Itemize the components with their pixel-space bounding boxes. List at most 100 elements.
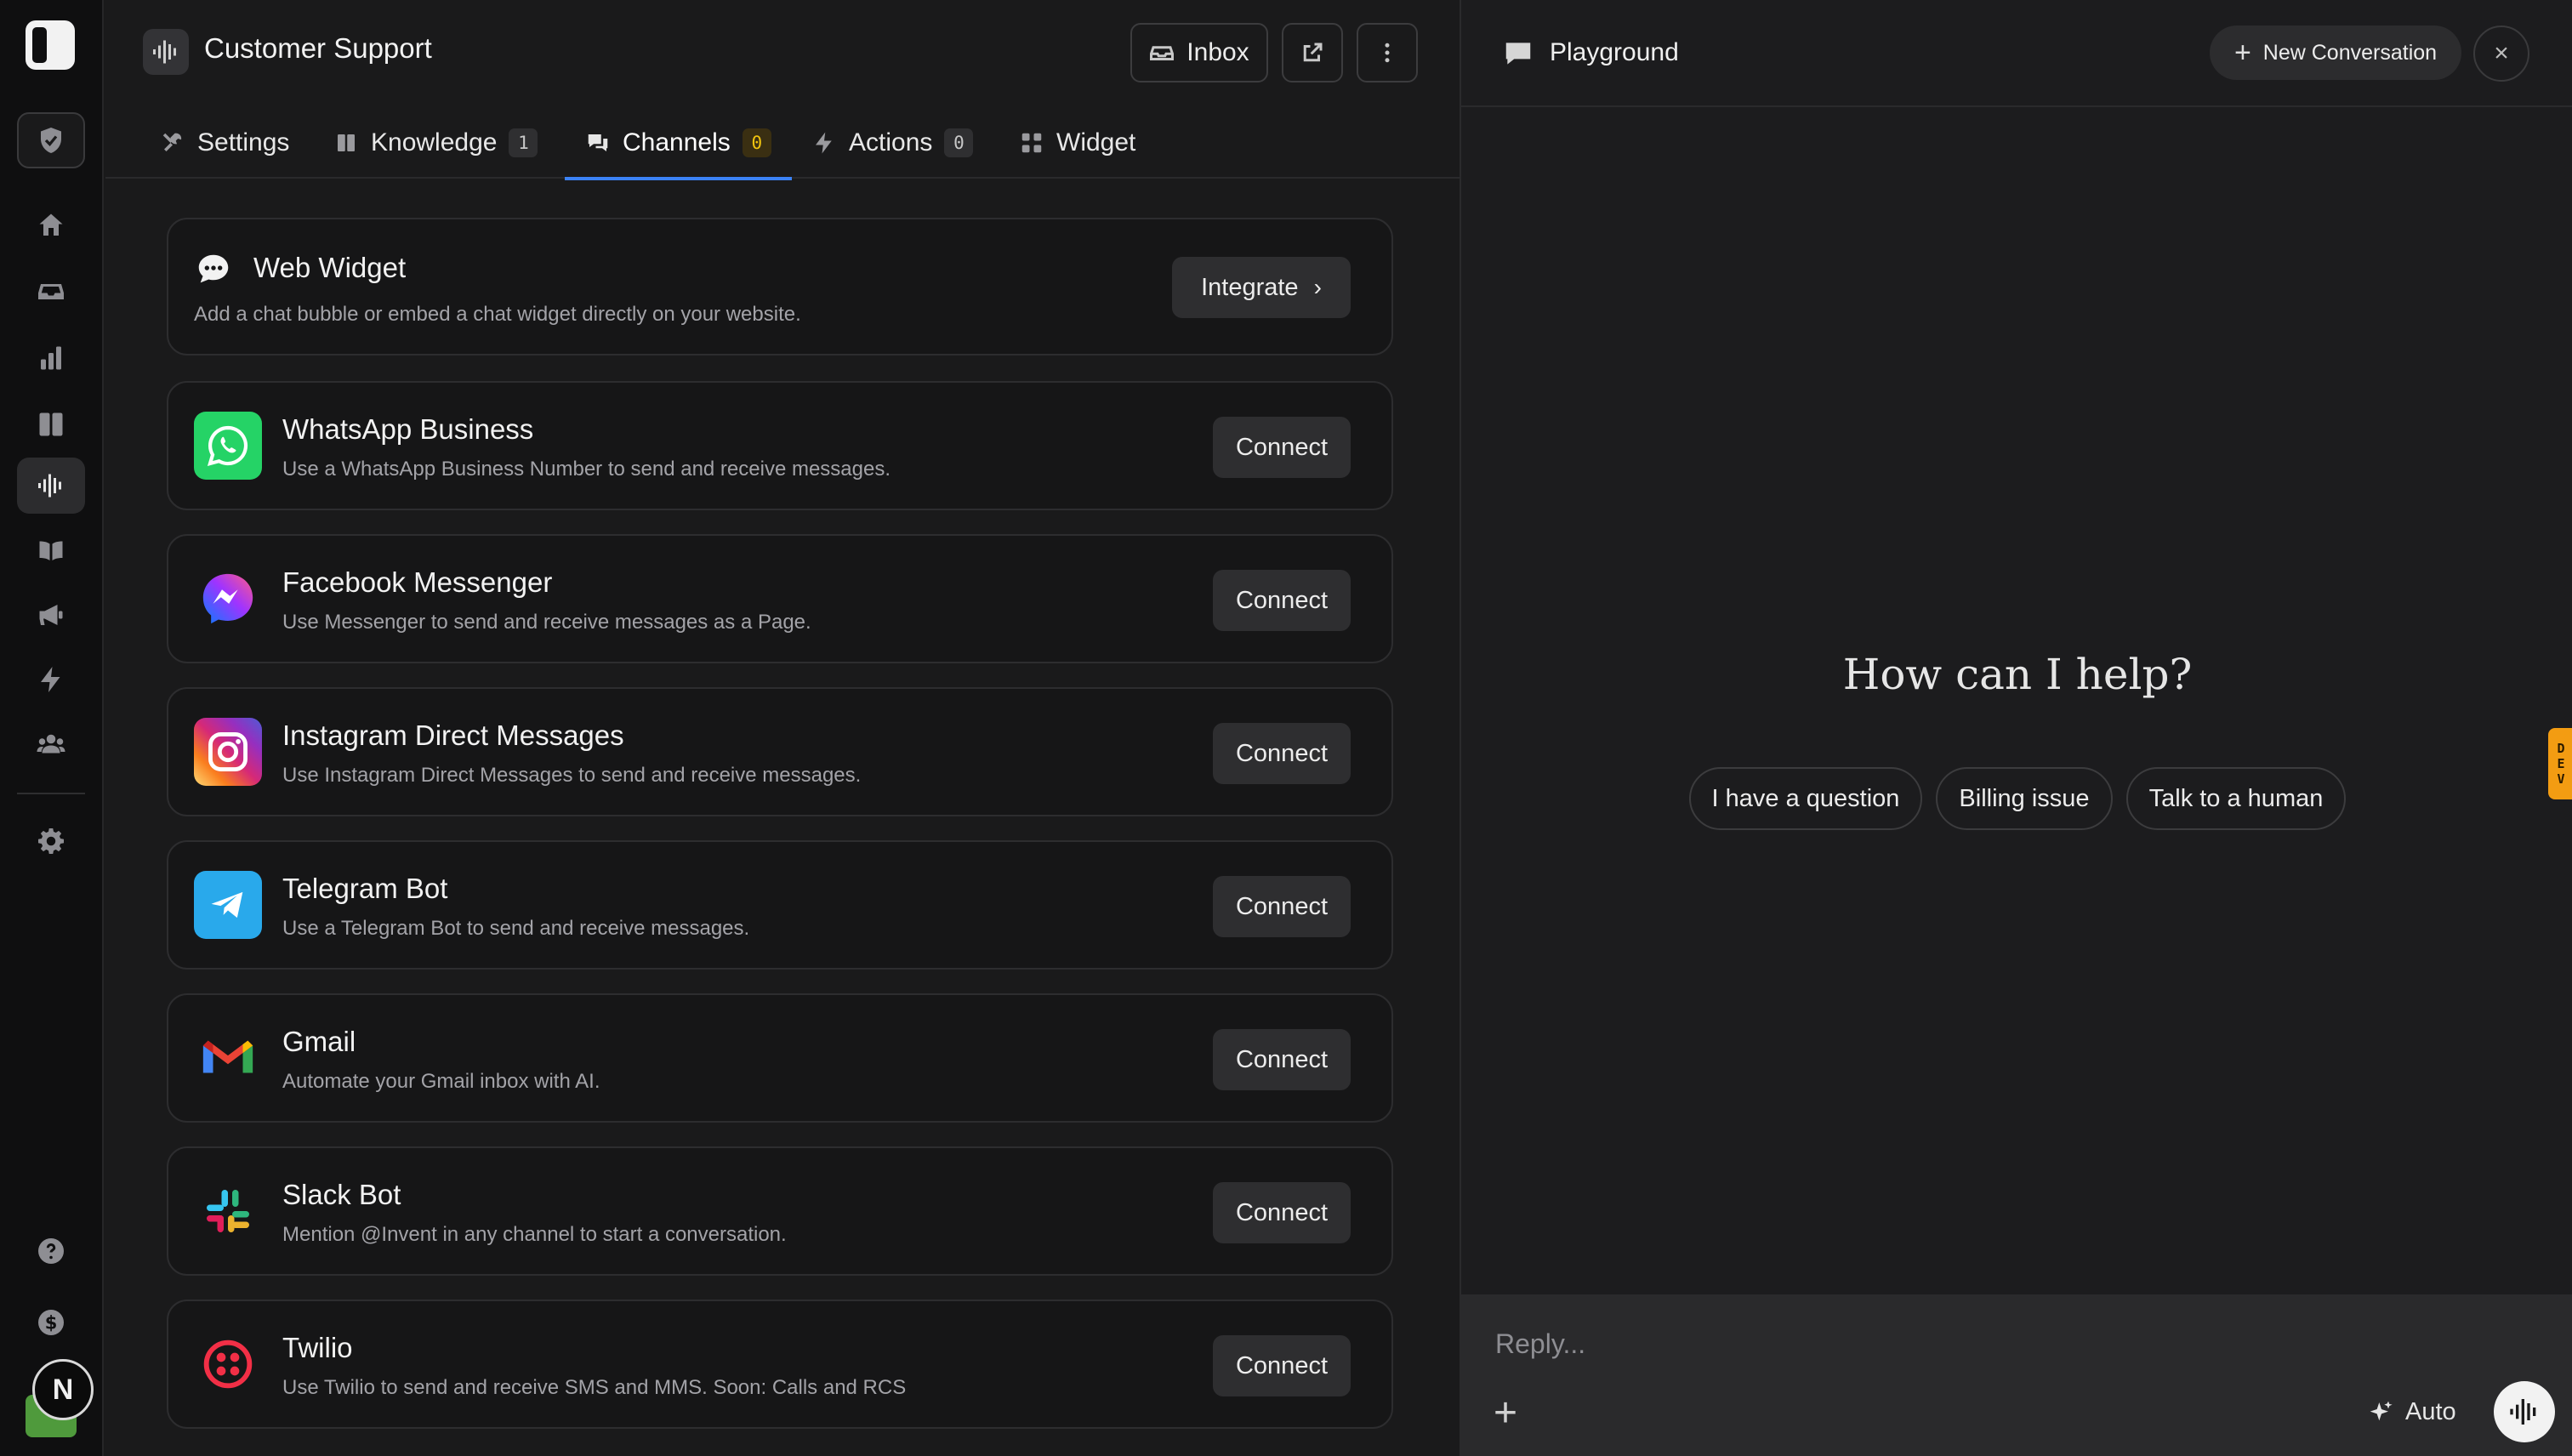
card-title: WhatsApp Business <box>282 413 534 445</box>
inbox-icon <box>38 284 64 299</box>
inbox-button[interactable]: Inbox <box>1130 23 1268 82</box>
tab-label: Knowledge <box>371 128 498 156</box>
inbox-icon <box>1150 46 1175 60</box>
channel-card-twilio: Twilio Use Twilio to send and receive SM… <box>167 1300 1393 1429</box>
card-description: Use a Telegram Bot to send and receive m… <box>282 917 750 940</box>
gear-icon <box>38 828 64 854</box>
tab-bar: Settings Knowledge 1 Channels 0 Actions … <box>105 107 1460 180</box>
card-title: Telegram Bot <box>282 873 448 904</box>
playground-header: Playground + New Conversation × <box>1461 0 2572 107</box>
sidebar-item-analytics[interactable] <box>17 330 85 386</box>
card-description: Use Messenger to send and receive messag… <box>282 611 811 634</box>
chevron-right-icon: › <box>1313 274 1322 300</box>
channel-card-instagram: Instagram Direct Messages Use Instagram … <box>167 687 1393 816</box>
dev-tag-letter: V <box>2557 771 2565 787</box>
connect-instagram-button[interactable]: Connect <box>1213 723 1351 784</box>
connect-gmail-button[interactable]: Connect <box>1213 1029 1351 1090</box>
card-title: Slack Bot <box>282 1179 401 1210</box>
help-circle-icon <box>38 1238 64 1264</box>
suggestion-chip[interactable]: Talk to a human <box>2126 767 2346 830</box>
sidebar-item-docs[interactable] <box>17 522 85 578</box>
dev-tag-letter: D <box>2557 741 2565 756</box>
integrate-button[interactable]: Integrate › <box>1172 257 1351 318</box>
inbox-button-label: Inbox <box>1186 38 1249 66</box>
new-conversation-label: New Conversation <box>2262 40 2438 65</box>
tab-channels[interactable]: Channels 0 <box>565 107 792 180</box>
channel-card-slack: Slack Bot Mention @Invent in any channel… <box>167 1146 1393 1276</box>
new-conversation-button[interactable]: + New Conversation <box>2210 26 2461 80</box>
users-icon <box>37 734 65 754</box>
more-options-button[interactable] <box>1357 23 1418 82</box>
channel-card-telegram: Telegram Bot Use a Telegram Bot to send … <box>167 840 1393 970</box>
open-external-button[interactable] <box>1282 23 1343 82</box>
tab-settings[interactable]: Settings <box>160 107 289 179</box>
lightning-icon <box>41 667 60 692</box>
sidebar-item-team[interactable] <box>17 716 85 772</box>
reply-input[interactable]: Reply... <box>1495 1328 1585 1360</box>
tab-label: Actions <box>849 128 933 156</box>
tab-label: Channels <box>623 128 731 156</box>
channel-card-whatsapp: WhatsApp Business Use a WhatsApp Busines… <box>167 381 1393 510</box>
card-title: Web Widget <box>253 252 407 283</box>
user-avatar[interactable]: N <box>32 1359 94 1420</box>
svg-text:$: $ <box>45 1313 58 1334</box>
agent-avatar <box>143 29 189 75</box>
sidebar-item-agents[interactable] <box>17 458 85 514</box>
tab-widget[interactable]: Widget <box>1019 107 1135 179</box>
card-title: Twilio <box>282 1332 353 1363</box>
whatsapp-icon <box>194 412 262 480</box>
main-area: Customer Support Inbox Settings Knowledg… <box>105 0 1460 1456</box>
tab-count-badge: 0 <box>742 128 771 157</box>
message-composer: Reply... + Auto <box>1461 1294 2572 1456</box>
connect-whatsapp-button[interactable]: Connect <box>1213 417 1351 478</box>
lightning-icon <box>816 132 832 154</box>
shield-button[interactable] <box>17 112 85 168</box>
chat-icon <box>1505 43 1531 65</box>
card-description: Automate your Gmail inbox with AI. <box>282 1070 600 1093</box>
tools-icon <box>162 133 182 151</box>
tab-knowledge[interactable]: Knowledge 1 <box>333 107 538 179</box>
bar-chart-icon <box>41 346 61 370</box>
integrate-button-label: Integrate <box>1201 273 1299 301</box>
twilio-icon <box>194 1330 262 1398</box>
channel-card-gmail: Gmail Automate your Gmail inbox with AI.… <box>167 993 1393 1123</box>
tab-actions[interactable]: Actions 0 <box>811 107 974 179</box>
sidebar-item-help[interactable] <box>17 1223 85 1279</box>
welcome-heading: How can I help? <box>1842 650 2193 699</box>
connect-slack-button[interactable]: Connect <box>1213 1182 1351 1243</box>
app-logo[interactable] <box>26 20 75 70</box>
tab-count-badge: 1 <box>509 128 538 157</box>
card-description: Use Instagram Direct Messages to send an… <box>282 764 862 787</box>
suggestion-chip[interactable]: I have a question <box>1689 767 1922 830</box>
plus-icon: + <box>2233 36 2251 69</box>
sidebar-item-inbox[interactable] <box>17 264 85 320</box>
web-widget-card: Web Widget Add a chat bubble or embed a … <box>167 218 1393 355</box>
book-open-icon <box>39 541 63 560</box>
connect-twilio-button[interactable]: Connect <box>1213 1335 1351 1396</box>
connect-telegram-button[interactable]: Connect <box>1213 876 1351 937</box>
sidebar-item-automations[interactable] <box>17 651 85 708</box>
dev-tag[interactable]: D E V <box>2548 728 2572 799</box>
book-icon <box>338 134 355 151</box>
card-description: Mention @Invent in any channel to start … <box>282 1223 787 1246</box>
suggestion-chip[interactable]: Billing issue <box>1936 767 2113 830</box>
mode-selector[interactable]: Auto <box>2368 1398 2456 1426</box>
connect-messenger-button[interactable]: Connect <box>1213 570 1351 631</box>
card-title: Instagram Direct Messages <box>282 719 624 751</box>
dev-tag-letter: E <box>2557 756 2565 771</box>
sidebar-item-campaigns[interactable] <box>17 587 85 643</box>
sidebar-item-settings[interactable] <box>17 813 85 869</box>
sidebar-item-layout[interactable] <box>17 396 85 452</box>
instagram-icon <box>194 718 262 786</box>
close-icon[interactable]: × <box>2473 26 2529 82</box>
megaphone-icon <box>39 605 63 625</box>
sidebar-item-home[interactable] <box>17 197 85 253</box>
voice-button[interactable] <box>2494 1381 2555 1442</box>
card-title: Facebook Messenger <box>282 566 553 598</box>
slack-icon <box>194 1177 262 1245</box>
chat-bubble-icon <box>198 254 229 283</box>
sidebar-item-billing[interactable]: $ <box>17 1294 85 1351</box>
sparkles-icon <box>2370 1401 2393 1420</box>
attach-plus-icon[interactable]: + <box>1494 1390 1517 1436</box>
vertical-dots-icon <box>1385 43 1390 63</box>
